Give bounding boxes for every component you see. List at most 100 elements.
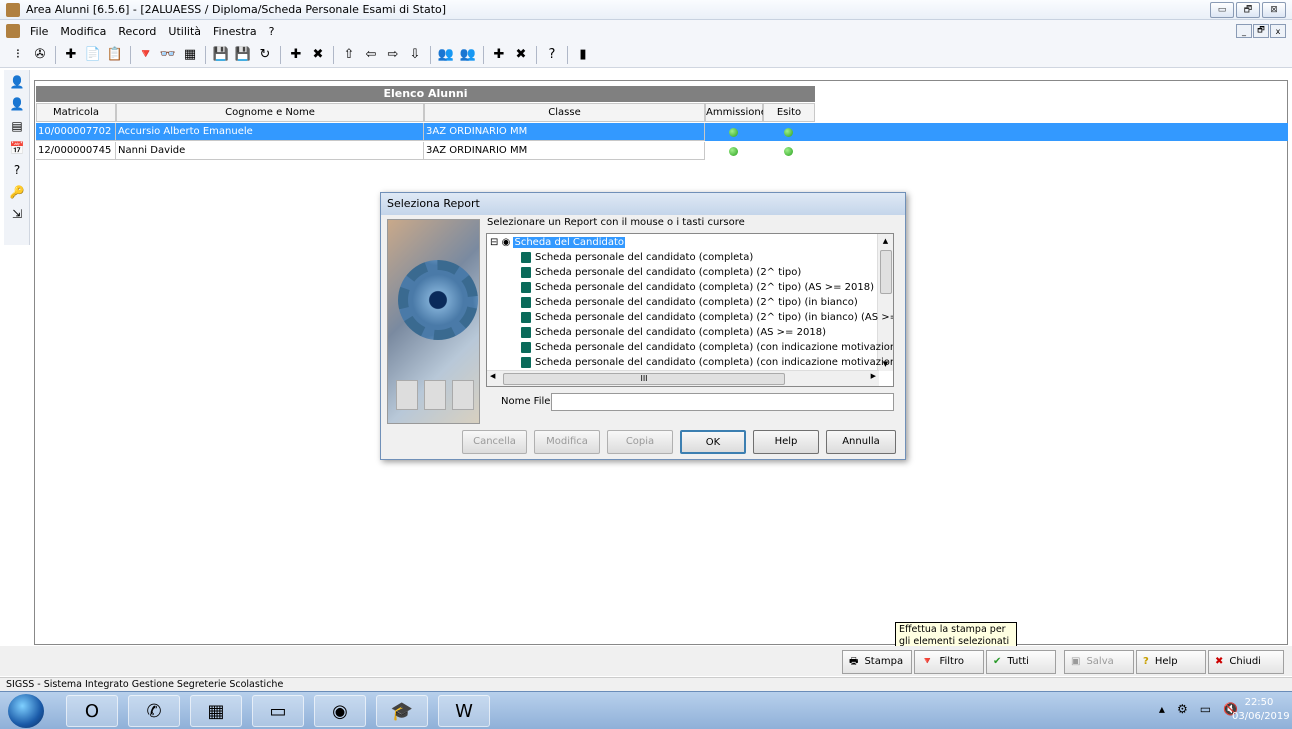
close-button[interactable]: ⊠: [1262, 2, 1286, 18]
report-tree[interactable]: ⊟ ◉ Scheda del Candidato ▲ ▼ ◀ III ▶ Sch…: [486, 233, 894, 387]
explorer-icon[interactable]: ▭: [252, 695, 304, 727]
menu-utilita[interactable]: Utilità: [162, 25, 207, 38]
tree-item-report[interactable]: Scheda personale del candidato (completa…: [521, 341, 893, 355]
menu-record[interactable]: Record: [112, 25, 162, 38]
clock[interactable]: 22:50 03/06/2019: [1232, 696, 1290, 724]
tree-horizontal-scrollbar[interactable]: ◀ III ▶: [487, 370, 879, 386]
calendar-icon[interactable]: 📅: [7, 138, 27, 158]
gear-icon: [398, 260, 478, 340]
tree-item-report[interactable]: Scheda personale del candidato (completa…: [521, 311, 893, 325]
exit-icon[interactable]: ▮: [573, 45, 593, 65]
tree-item-report[interactable]: Scheda personale del candidato (completa…: [521, 251, 753, 265]
pin-icon[interactable]: ⁝: [8, 45, 28, 65]
scroll-thumb[interactable]: [880, 250, 892, 294]
tutti-label: Tutti: [1007, 656, 1029, 667]
mdi-app-icon[interactable]: [6, 24, 20, 38]
help-button[interactable]: ? Help: [1136, 650, 1206, 674]
left-icon[interactable]: ⇦: [361, 45, 381, 65]
monitor-icon[interactable]: ▭: [1200, 702, 1211, 716]
glasses-icon[interactable]: 👓: [158, 45, 178, 65]
show-hidden-icons-icon[interactable]: ▴: [1159, 702, 1165, 716]
hscroll-thumb[interactable]: III: [503, 373, 785, 385]
copia-button[interactable]: Copia: [607, 430, 673, 454]
save-as-icon[interactable]: 💾: [233, 45, 253, 65]
scroll-left-icon[interactable]: ◀: [490, 372, 495, 380]
salva-button[interactable]: ▣ Salva: [1064, 650, 1134, 674]
word-icon[interactable]: W: [438, 695, 490, 727]
report-icon: [521, 341, 531, 353]
menu-finestra[interactable]: Finestra: [207, 25, 263, 38]
minimize-button[interactable]: ▭: [1210, 2, 1234, 18]
tree-item-report[interactable]: Scheda personale del candidato (completa…: [521, 296, 858, 310]
save-icon[interactable]: 💾: [211, 45, 231, 65]
new-icon[interactable]: ✚: [61, 45, 81, 65]
tutti-button[interactable]: ✔ Tutti: [986, 650, 1056, 674]
right-icon[interactable]: ⇨: [383, 45, 403, 65]
ok-button[interactable]: OK: [680, 430, 746, 454]
modifica-button[interactable]: Modifica: [534, 430, 600, 454]
chrome-icon[interactable]: ◉: [314, 695, 366, 727]
filtro-button[interactable]: 🔻 Filtro: [914, 650, 984, 674]
toolbar-separator: [567, 45, 568, 64]
help-icon[interactable]: ?: [542, 45, 562, 65]
add-icon[interactable]: ✚: [286, 45, 306, 65]
menu-file[interactable]: File: [24, 25, 54, 38]
whatsapp-icon[interactable]: ✆: [128, 695, 180, 727]
menu-help[interactable]: ?: [263, 25, 281, 38]
dialog-help-button[interactable]: Help: [753, 430, 819, 454]
column-header-esito[interactable]: Esito: [763, 103, 815, 122]
table-row[interactable]: 12/000000745 Nanni Davide 3AZ ORDINARIO …: [36, 142, 1288, 160]
copy-icon[interactable]: 📄: [83, 45, 103, 65]
student2-icon[interactable]: 👤: [7, 94, 27, 114]
paste-icon[interactable]: 📋: [105, 45, 125, 65]
annulla-button[interactable]: Annulla: [826, 430, 896, 454]
calendar-icon[interactable]: ▦: [190, 695, 242, 727]
cross-icon[interactable]: ✖: [511, 45, 531, 65]
column-header-nome[interactable]: Cognome e Nome: [116, 103, 424, 122]
key-icon[interactable]: 🔑: [7, 182, 27, 202]
nome-file-input[interactable]: [551, 393, 894, 411]
menu-modifica[interactable]: Modifica: [54, 25, 112, 38]
tree-root[interactable]: ⊟ ◉ Scheda del Candidato: [490, 236, 626, 250]
report-icon: [521, 251, 531, 263]
report-icon[interactable]: ▤: [7, 116, 27, 136]
plus-icon[interactable]: ✚: [489, 45, 509, 65]
report-icon: [521, 296, 531, 308]
outlook-icon[interactable]: O: [66, 695, 118, 727]
search-icon[interactable]: ✇: [30, 45, 50, 65]
up-icon[interactable]: ⇧: [339, 45, 359, 65]
start-button[interactable]: [8, 694, 44, 728]
mdi-restore-button[interactable]: 🗗: [1253, 24, 1269, 38]
column-header-ammissione[interactable]: Ammissione: [705, 103, 767, 122]
maximize-button[interactable]: 🗗: [1236, 2, 1260, 18]
column-header-classe[interactable]: Classe: [424, 103, 705, 122]
cancella-button[interactable]: Cancella: [462, 430, 527, 454]
chiudi-button[interactable]: ✖ Chiudi: [1208, 650, 1284, 674]
delete-icon[interactable]: ✖: [308, 45, 328, 65]
stampa-button[interactable]: 🖶 Stampa: [842, 650, 912, 674]
column-header-matricola[interactable]: Matricola: [36, 103, 116, 122]
student-icon[interactable]: 👤: [7, 72, 27, 92]
tree-item-report[interactable]: Scheda personale del candidato (completa…: [521, 356, 893, 370]
down-icon[interactable]: ⇩: [405, 45, 425, 65]
export-icon[interactable]: ⇲: [7, 204, 27, 224]
help-icon[interactable]: ?: [7, 160, 27, 180]
network-icon[interactable]: ⚙: [1177, 702, 1188, 716]
select-report-dialog: Seleziona Report Selezionare un Report c…: [380, 192, 906, 460]
tree-item-report[interactable]: Scheda personale del candidato (completa…: [521, 326, 826, 340]
toolbar-separator: [333, 45, 334, 64]
mdi-close-button[interactable]: x: [1270, 24, 1286, 38]
scroll-up-icon[interactable]: ▲: [878, 234, 893, 248]
user-remove-icon[interactable]: 👥: [458, 45, 478, 65]
table-row[interactable]: 10/000007702 Accursio Alberto Emanuele 3…: [36, 123, 1288, 141]
filter-icon[interactable]: 🔻: [136, 45, 156, 65]
grid-icon[interactable]: ▦: [180, 45, 200, 65]
refresh-icon[interactable]: ↻: [255, 45, 275, 65]
sigss-icon[interactable]: 🎓: [376, 695, 428, 727]
tree-item-report[interactable]: Scheda personale del candidato (completa…: [521, 266, 801, 280]
mdi-minimize-button[interactable]: _: [1236, 24, 1252, 38]
scroll-right-icon[interactable]: ▶: [871, 372, 876, 380]
mdi-controls: _ 🗗 x: [1236, 24, 1286, 38]
tree-item-report[interactable]: Scheda personale del candidato (completa…: [521, 281, 874, 295]
user-add-icon[interactable]: 👥: [436, 45, 456, 65]
